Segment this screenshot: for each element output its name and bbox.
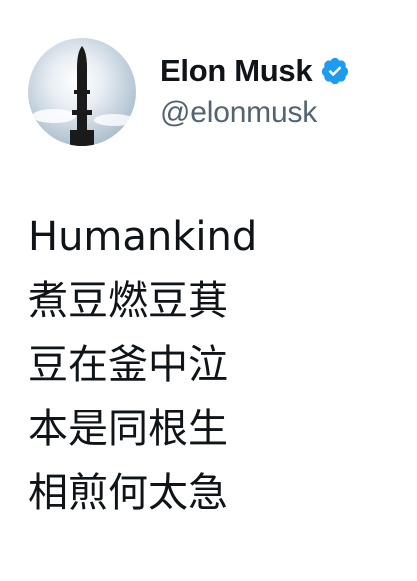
verified-badge-icon <box>320 56 350 86</box>
tweet-line: 本是同根生 <box>28 406 228 452</box>
tweet: Elon Musk @elonmusk Humankind 煮豆燃豆萁 豆在釜中… <box>0 0 417 581</box>
display-name[interactable]: Elon Musk <box>160 53 313 89</box>
tweet-line: 豆在釜中泣 <box>28 342 228 388</box>
author-handle[interactable]: @elonmusk <box>160 96 350 130</box>
starship-avatar-icon <box>32 46 134 146</box>
tweet-line: 煮豆燃豆萁 <box>28 278 228 324</box>
tweet-header: Elon Musk @elonmusk <box>28 38 408 148</box>
author-names: Elon Musk @elonmusk <box>160 50 350 130</box>
avatar[interactable] <box>28 38 136 146</box>
display-name-row: Elon Musk <box>160 50 350 92</box>
tweet-line: Humankind <box>28 214 258 260</box>
tweet-text: Humankind 煮豆燃豆萁 豆在釜中泣 本是同根生 相煎何太急 <box>28 205 408 525</box>
tweet-line: 相煎何太急 <box>28 470 228 516</box>
